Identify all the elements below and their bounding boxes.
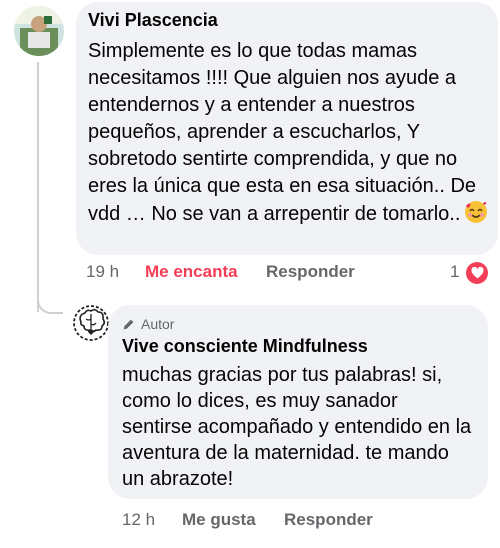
reply-button[interactable]: Responder (284, 510, 373, 530)
comment-author-name[interactable]: Vive consciente Mindfulness (122, 336, 368, 357)
reply-button[interactable]: Responder (266, 262, 355, 282)
avatar[interactable] (14, 6, 64, 56)
comment-text: muchas gracias por tus palabras! si, com… (122, 364, 472, 490)
comment-author-name[interactable]: Vivi Plascencia (88, 10, 218, 31)
author-badge: Autor (122, 316, 174, 332)
comment-body: Simplemente es lo que todas mamas necesi… (88, 40, 477, 225)
comment-text: Simplemente es lo que todas mamas necesi… (88, 38, 493, 232)
reaction-count[interactable]: 1 (450, 262, 459, 282)
love-reaction-button[interactable]: Me encanta (145, 262, 238, 282)
pencil-icon (122, 318, 135, 331)
comment-timestamp[interactable]: 12 h (122, 510, 155, 530)
thread-elbow (37, 292, 63, 314)
heart-reaction-icon[interactable] (466, 262, 488, 284)
thread-line (37, 62, 39, 312)
like-button[interactable]: Me gusta (182, 510, 256, 530)
smiling-face-with-hearts-icon (464, 200, 488, 232)
author-avatar[interactable] (70, 302, 112, 344)
comment-timestamp[interactable]: 19 h (86, 262, 119, 282)
author-badge-label: Autor (141, 316, 175, 332)
